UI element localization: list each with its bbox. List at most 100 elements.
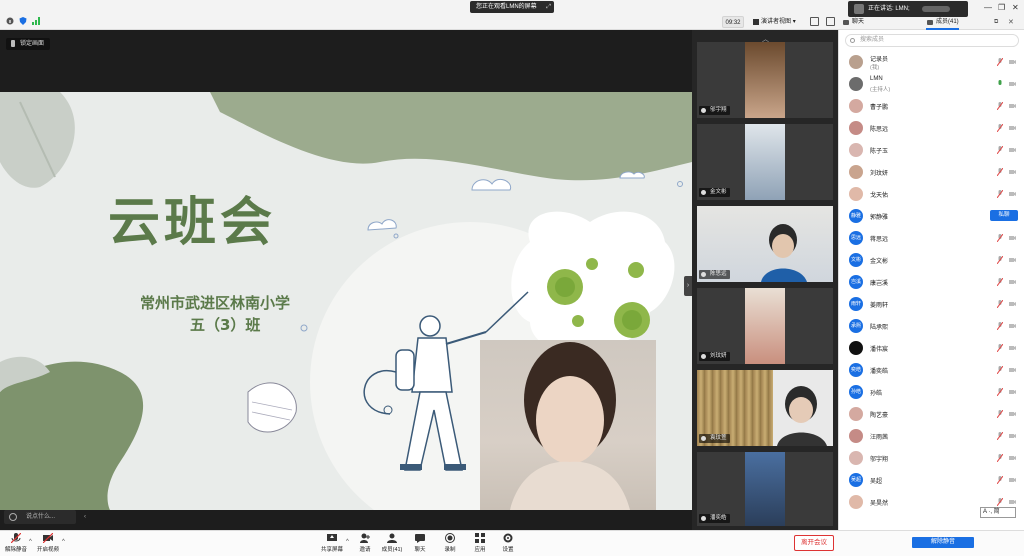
exit-fullscreen-icon[interactable]: ⤢ [546,1,551,13]
private-chat-button[interactable]: 私聊 [990,210,1018,221]
leave-meeting-button[interactable]: 离开会议 [794,535,834,551]
video-tile[interactable]: 潘奕皓 [697,452,833,526]
camera-icon[interactable] [1009,323,1016,329]
signal-icon[interactable] [32,17,40,25]
camera-icon[interactable] [1009,125,1016,131]
camera-icon[interactable] [1009,411,1016,417]
participant-row[interactable]: 吴超 吴超 [839,469,1024,491]
close-icon[interactable]: ✕ [1012,3,1019,12]
camera-icon[interactable] [1009,367,1016,373]
mic-muted-icon[interactable] [997,102,1003,110]
camera-icon[interactable] [1009,147,1016,153]
participant-row[interactable]: 陈思远 [839,117,1024,139]
info-icon[interactable] [6,17,14,25]
apps-button[interactable]: 应用 [472,533,488,553]
chat-quick-input[interactable]: 说点什么... ‹ [4,510,86,524]
collapse-gallery-button[interactable]: › [684,276,692,296]
camera-icon[interactable] [1009,499,1016,505]
participant-row[interactable]: 汪雨茜 [839,425,1024,447]
chevron-up-icon[interactable]: ^ [62,539,65,545]
unmute-all-button[interactable]: 解除静音 [912,537,974,548]
camera-icon[interactable] [1009,257,1016,263]
mic-muted-icon[interactable] [997,366,1003,374]
layout-icon[interactable] [826,17,835,26]
chevron-up-icon[interactable]: ^ [346,539,349,545]
chat-button[interactable]: 聊天 [412,533,428,553]
mic-muted-icon[interactable] [997,278,1003,286]
chevron-left-icon[interactable]: ‹ [84,510,86,524]
start-video-button[interactable]: 开启视频 [36,533,60,553]
mic-muted-icon[interactable] [997,146,1003,154]
participant-row[interactable]: 雨轩 姜雨轩 [839,293,1024,315]
participant-row[interactable]: 奕皓 潘奕皓 [839,359,1024,381]
camera-icon[interactable] [1009,279,1016,285]
mic-muted-icon[interactable] [997,322,1003,330]
mic-muted-icon[interactable] [997,256,1003,264]
popout-icon[interactable]: ⧉ [994,19,998,26]
record-button[interactable]: 录制 [442,533,458,553]
participant-row[interactable]: LMN (主持人) [839,73,1024,95]
participant-row[interactable]: 潘伟宸 [839,337,1024,359]
camera-icon[interactable] [1009,433,1016,439]
camera-icon[interactable] [1009,103,1016,109]
camera-icon[interactable] [1009,345,1016,351]
participant-row[interactable]: 刘玟妍 [839,161,1024,183]
participant-row[interactable]: 陈子玉 [839,139,1024,161]
camera-icon[interactable] [1009,59,1016,65]
video-tile[interactable]: 金文彬 [697,124,833,200]
participant-row[interactable]: 曹子鹏 [839,95,1024,117]
camera-icon[interactable] [1009,235,1016,241]
camera-icon[interactable] [1009,389,1016,395]
camera-icon[interactable] [1009,477,1016,483]
mic-muted-icon[interactable] [997,410,1003,418]
mic-muted-icon[interactable] [997,476,1003,484]
mic-muted-icon[interactable] [997,190,1003,198]
participant-row[interactable]: 戈天佑 [839,183,1024,205]
chevron-up-icon[interactable]: ^ [29,539,32,545]
settings-button[interactable]: 设置 [500,533,516,553]
camera-icon[interactable] [1009,81,1016,87]
camera-icon[interactable] [1009,169,1016,175]
mic-muted-icon[interactable] [997,168,1003,176]
camera-icon[interactable] [1009,455,1016,461]
participant-row[interactable]: 文彬 金文彬 [839,249,1024,271]
shield-icon[interactable] [19,17,27,25]
tab-members[interactable]: 成员(41) [926,15,959,30]
camera-icon[interactable] [1009,301,1016,307]
unmute-button[interactable]: 解除静音 [4,533,28,553]
invite-button[interactable]: 邀请 [356,533,374,553]
participant-row[interactable]: 思远 蒋思远 [839,227,1024,249]
participant-row[interactable]: 记录员 (我) [839,51,1024,73]
mic-muted-icon[interactable] [997,58,1003,66]
tab-chat[interactable]: 聊天 [842,15,864,30]
participant-row[interactable]: 邬宇翔 [839,447,1024,469]
ime-indicator[interactable]: A ·, 简 [980,507,1016,518]
minimize-icon[interactable]: — [984,3,992,12]
mic-muted-icon[interactable] [997,234,1003,242]
mic-muted-icon[interactable] [997,124,1003,132]
video-tile[interactable]: 陈思远 [697,206,833,282]
participant-row[interactable]: 承熙 陆承熙 [839,315,1024,337]
video-tile[interactable]: 刘玟妍 [697,288,833,364]
mic-icon[interactable] [997,80,1003,88]
maximize-icon[interactable]: ❐ [998,3,1005,12]
participant-row[interactable]: 静雅 郭静雅 私聊 [839,205,1024,227]
members-button[interactable]: 成员(41) [380,533,404,553]
video-tile[interactable]: 袁玟萱 [697,370,833,446]
mic-muted-icon[interactable] [997,300,1003,308]
view-mode-button[interactable]: 演讲者视图 ▾ [751,16,805,28]
lock-view-button[interactable]: 锁定画面 [6,38,51,50]
camera-icon[interactable] [1009,191,1016,197]
mic-muted-icon[interactable] [997,498,1003,506]
participant-row[interactable]: 岂溪 康岂溪 [839,271,1024,293]
fullscreen-icon[interactable] [810,17,819,26]
member-search-input[interactable]: 搜索成员 [845,34,1019,47]
mic-muted-icon[interactable] [997,344,1003,352]
share-screen-button[interactable]: 共享屏幕 [320,533,344,553]
mic-muted-icon[interactable] [997,388,1003,396]
mic-muted-icon[interactable] [997,454,1003,462]
close-panel-icon[interactable]: ✕ [1008,18,1014,26]
mic-muted-icon[interactable] [997,432,1003,440]
participant-row[interactable]: 陶艺豪 [839,403,1024,425]
participant-row[interactable]: 孙皓 孙皓 [839,381,1024,403]
